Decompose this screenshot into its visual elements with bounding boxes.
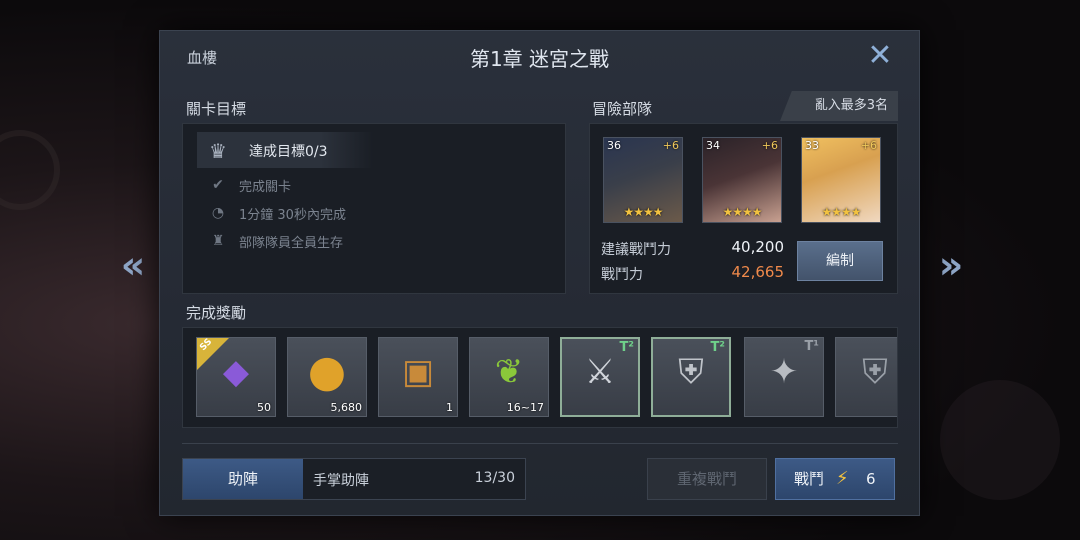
objective-item: ♜ 部隊隊員全員生存	[209, 230, 529, 252]
rewards-box: SS ◆ 50 ● 5,680 ▣ 1 ❦ 16~17 ⚔ T² ⛨ T² ✦ …	[182, 327, 898, 428]
party-icon: ♜	[211, 233, 225, 249]
next-chapter-arrow-icon[interactable]: »	[926, 245, 966, 285]
battle-cost: 6	[866, 470, 876, 488]
background-glow	[940, 380, 1060, 500]
reward-item[interactable]: ⛨ T²	[651, 337, 731, 417]
rewards-section-label: 完成獎勵	[186, 304, 247, 322]
assist-bar: 助陣 手掌助陣 13/30	[182, 458, 526, 500]
reward-item[interactable]: ▣ 1	[378, 337, 458, 417]
reward-item[interactable]: SS ◆ 50	[196, 337, 276, 417]
hero-upgrade: +6	[662, 139, 679, 152]
plate-armor-icon: ⛨	[862, 352, 888, 393]
team-section-label: 冒險部隊	[592, 100, 653, 118]
assist-count: 13/30	[474, 470, 515, 486]
chest-armor-icon: ⛨	[678, 352, 704, 393]
objective-text: 完成關卡	[239, 180, 292, 195]
hero-stars: ★★★★	[722, 205, 762, 219]
objective-text: 1分鐘 30秒內完成	[239, 208, 346, 223]
hero-upgrade: +6	[860, 139, 877, 152]
reward-item[interactable]: ⛨	[835, 337, 897, 417]
hero-level: 34	[706, 139, 720, 152]
hero-slot[interactable]: 34 +6 ★★★★	[702, 137, 782, 223]
recommended-power-label: 建議戰鬥力	[601, 242, 671, 258]
spiked-mace-icon: ✦	[769, 352, 799, 393]
edit-team-button[interactable]: 編制	[797, 241, 883, 281]
reward-quantity: 5,680	[330, 401, 363, 414]
hero-level: 33	[805, 139, 819, 152]
repeat-battle-button[interactable]: 重複戰鬥	[647, 458, 767, 500]
gold-coin-icon: ●	[307, 346, 347, 398]
power-label: 戰鬥力	[601, 267, 643, 283]
reward-quantity: 1	[446, 401, 453, 414]
reward-quantity: 16~17	[506, 401, 544, 414]
hero-level: 36	[607, 139, 621, 152]
background-ring	[0, 130, 60, 210]
objective-item: ◔ 1分鐘 30秒內完成	[209, 202, 529, 224]
assist-button[interactable]: 助陣	[183, 459, 303, 499]
close-icon[interactable]: ✕	[865, 41, 895, 71]
reward-item[interactable]: ● 5,680	[287, 337, 367, 417]
battle-button[interactable]: 戰鬥 ⚡ 6	[775, 458, 895, 500]
hero-stars: ★★★★	[623, 205, 663, 219]
curved-blade-icon: ⚔	[584, 352, 616, 393]
green-sprout-icon: ❦	[494, 352, 524, 393]
hero-upgrade: +6	[761, 139, 778, 152]
hero-stars: ★★★★	[821, 205, 861, 219]
power-value: 42,665	[731, 263, 785, 281]
check-icon: ✔	[212, 177, 224, 193]
hero-slot[interactable]: 33 +6 ★★★★	[801, 137, 881, 223]
panel-header: 血樓 第1章 迷宮之戰 ✕	[160, 31, 919, 83]
reward-quantity: 50	[257, 401, 271, 414]
reward-item[interactable]: ⚔ T²	[560, 337, 640, 417]
battle-label: 戰鬥	[794, 470, 825, 488]
purple-crystal-icon: ◆	[222, 352, 250, 393]
recommended-power-value: 40,200	[731, 238, 785, 256]
footer-divider	[182, 443, 898, 444]
lightning-icon: ⚡	[836, 468, 849, 489]
tier-badge: T¹	[804, 339, 819, 354]
objective-item: ✔ 完成關卡	[209, 174, 529, 196]
objectives-section-label: 關卡目標	[186, 100, 247, 118]
intrusion-limit-tag: 亂入最多3名	[780, 91, 898, 121]
previous-chapter-arrow-icon[interactable]: «	[108, 245, 148, 285]
stage-info-panel: 血樓 第1章 迷宮之戰 ✕ 關卡目標 ♛ 達成目標0/3 ✔ 完成關卡 ◔ 1分…	[159, 30, 920, 516]
objective-text: 部隊隊員全員生存	[239, 236, 344, 251]
page-title: 第1章 迷宮之戰	[469, 47, 610, 71]
timer-icon: ◔	[211, 205, 225, 221]
reward-item[interactable]: ✦ T¹	[744, 337, 824, 417]
objectives-box: ♛ 達成目標0/3 ✔ 完成關卡 ◔ 1分鐘 30秒內完成 ♜ 部隊隊員全員生存	[182, 123, 566, 294]
objectives-summary: ♛ 達成目標0/3	[197, 132, 373, 168]
hero-slot[interactable]: 36 +6 ★★★★	[603, 137, 683, 223]
treasure-chest-icon: ▣	[401, 352, 435, 393]
assist-name: 手掌助陣	[313, 473, 369, 489]
reward-item[interactable]: ❦ 16~17	[469, 337, 549, 417]
trophy-icon: ♛	[209, 139, 227, 163]
tier-badge: T²	[710, 340, 725, 355]
objectives-summary-text: 達成目標0/3	[249, 144, 328, 160]
tier-badge: T²	[619, 340, 634, 355]
